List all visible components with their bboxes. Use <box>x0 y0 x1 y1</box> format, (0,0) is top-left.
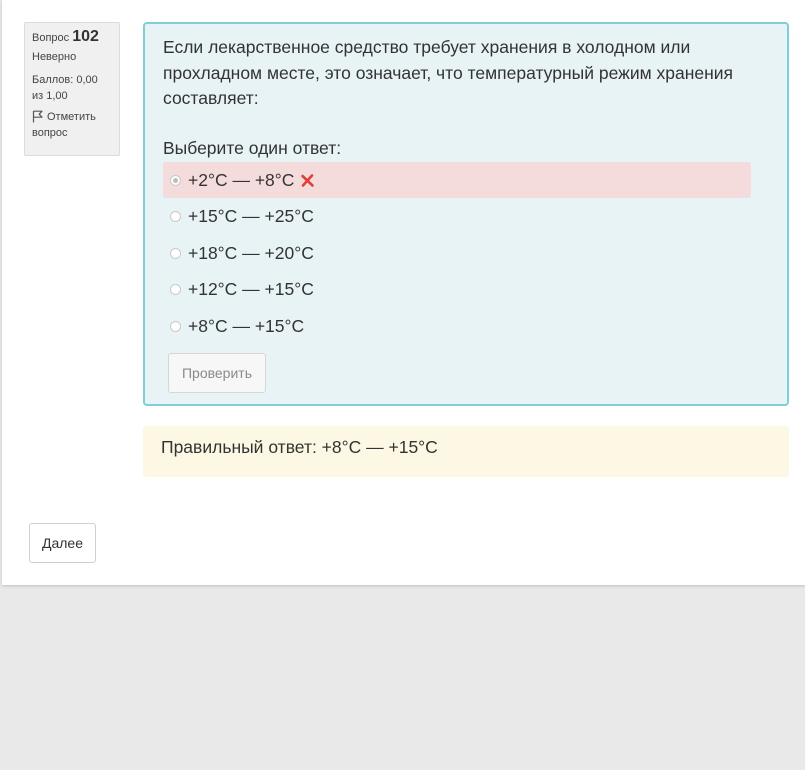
answer-option[interactable]: +2°C — +8°C <box>163 162 751 198</box>
right-answer-feedback: Правильный ответ: +8°C — +15°C <box>143 426 789 477</box>
answer-label: +2°C — +8°C <box>188 169 295 190</box>
answer-prompt: Выберите один ответ: <box>163 138 342 158</box>
answer-option[interactable]: +15°C — +25°C <box>163 198 751 234</box>
question-state: Неверно <box>32 51 77 63</box>
answer-radio[interactable] <box>170 247 181 259</box>
question-grade: Баллов: 0,00 из 1,00 <box>32 74 98 102</box>
question-info-panel: Вопрос 102 Неверно Баллов: 0,00 из 1,00 … <box>24 22 120 156</box>
flag-question-link[interactable]: Отметить вопрос <box>32 109 112 141</box>
cross-icon <box>300 173 315 188</box>
quiz-page: Вопрос 102 Неверно Баллов: 0,00 из 1,00 … <box>2 0 805 585</box>
flag-icon <box>32 110 43 123</box>
answer-label: +12°C — +15°C <box>188 278 314 299</box>
question-number: Вопрос 102 <box>32 29 112 46</box>
question-formulation: Если лекарственное средство требует хран… <box>143 22 789 406</box>
answer-option[interactable]: +12°C — +15°C <box>163 271 751 307</box>
check-button[interactable]: Проверить <box>168 353 266 393</box>
answer-option[interactable]: +18°C — +20°C <box>163 235 751 271</box>
answer-radio[interactable] <box>170 174 181 186</box>
question-label: Вопрос <box>32 32 70 44</box>
next-button[interactable]: Далее <box>29 523 96 563</box>
answer-radio[interactable] <box>170 210 181 222</box>
answer-label: +18°C — +20°C <box>188 242 314 263</box>
answer-label: +8°C — +15°C <box>188 315 305 336</box>
question-text: Если лекарственное средство требует хран… <box>163 37 734 108</box>
right-answer-text: Правильный ответ: +8°C — +15°C <box>161 437 438 457</box>
question-number-value: 102 <box>72 28 99 45</box>
answer-radio[interactable] <box>170 320 181 332</box>
answer-option[interactable]: +8°C — +15°C <box>163 308 751 344</box>
answer-radio[interactable] <box>170 283 181 295</box>
answer-label: +15°C — +25°C <box>188 205 314 226</box>
